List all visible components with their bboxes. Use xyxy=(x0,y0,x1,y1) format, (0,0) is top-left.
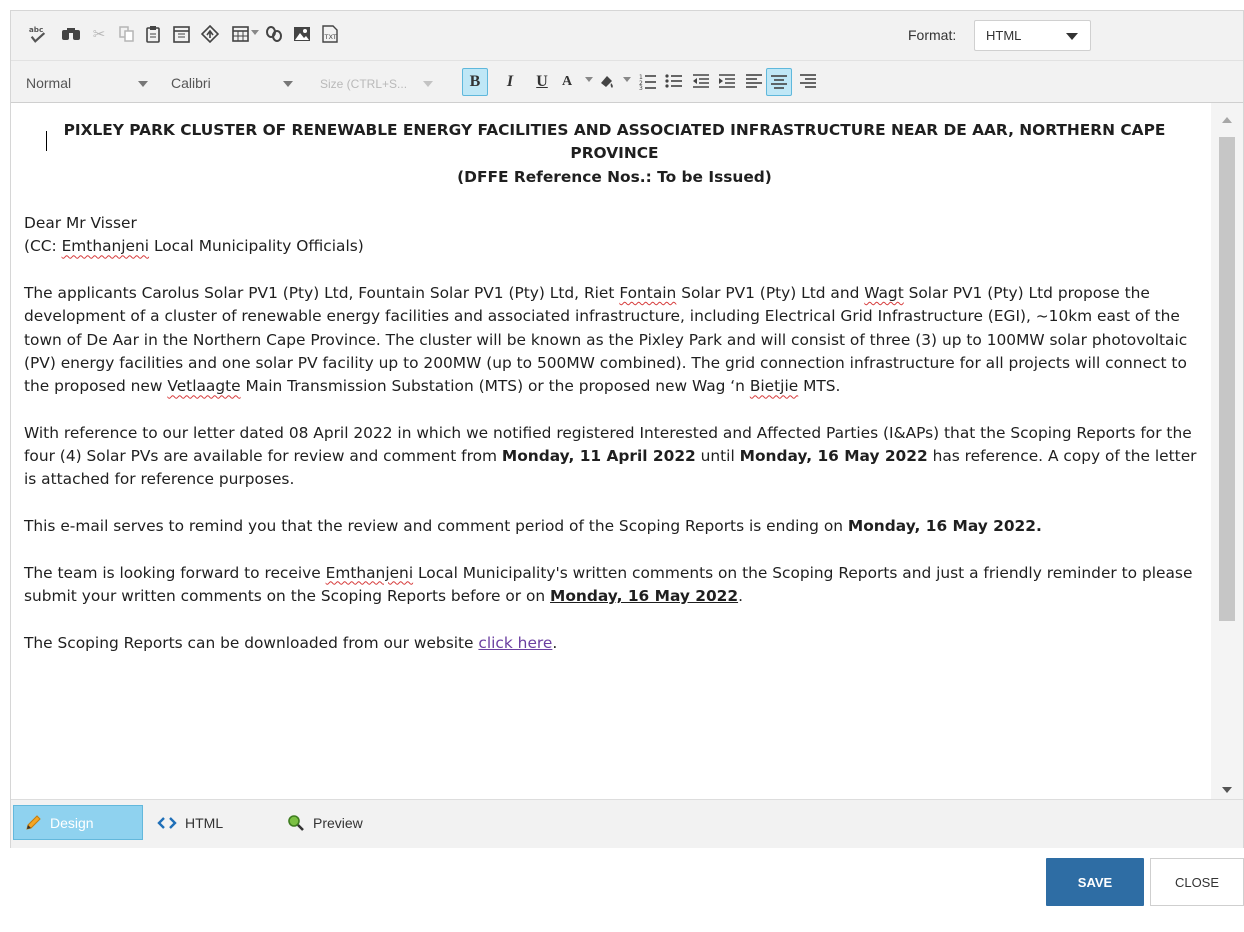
html-mode-tab[interactable]: HTML xyxy=(147,805,233,840)
text-cursor xyxy=(46,131,47,151)
text-run: until xyxy=(695,447,740,466)
paste-icon[interactable] xyxy=(143,24,163,44)
text-run: This e-mail serves to remind you that th… xyxy=(24,517,848,536)
text-run: . xyxy=(738,586,743,605)
indent-icon[interactable] xyxy=(717,71,737,91)
font-size-placeholder: Size (CTRL+S... xyxy=(320,77,408,91)
chevron-down-icon xyxy=(283,81,293,87)
find-icon[interactable] xyxy=(61,24,81,44)
highlight-icon[interactable] xyxy=(597,71,617,91)
image-icon[interactable] xyxy=(292,24,312,44)
preview-mode-tab[interactable]: Preview xyxy=(277,805,373,840)
font-color-dropdown-icon[interactable] xyxy=(585,77,593,82)
format-label: Format: xyxy=(908,27,957,43)
font-name-select[interactable]: Calibri xyxy=(164,68,304,98)
outdent-icon[interactable] xyxy=(691,71,711,91)
greeting-paragraph: Dear Mr Visser (CC: Emthanjeni Local Mun… xyxy=(24,212,1205,259)
template-icon[interactable] xyxy=(171,24,191,44)
text-run: Vetlaagte xyxy=(167,377,241,396)
reminder-paragraph: This e-mail serves to remind you that th… xyxy=(24,515,1205,538)
code-icon xyxy=(157,816,177,829)
date-bold: Monday, 16 May 2022 xyxy=(739,447,928,466)
text-run: Wagt xyxy=(864,284,904,303)
chevron-down-icon xyxy=(423,81,433,87)
font-name-value: Calibri xyxy=(171,75,211,91)
heading-title: PIXLEY PARK CLUSTER OF RENEWABLE ENERGY … xyxy=(63,121,1166,163)
text-run: . xyxy=(552,633,558,652)
download-paragraph: The Scoping Reports can be downloaded fr… xyxy=(24,632,1205,655)
date-bold: Monday, 16 May 2022. xyxy=(847,517,1042,536)
paragraph-style-value: Normal xyxy=(26,75,72,91)
pencil-icon xyxy=(26,814,41,830)
bulleted-list-icon[interactable] xyxy=(664,71,684,91)
link-icon[interactable] xyxy=(264,24,284,44)
design-mode-label: Design xyxy=(50,814,94,831)
vertical-scrollbar[interactable] xyxy=(1211,103,1243,799)
align-left-icon[interactable] xyxy=(744,71,764,91)
text-run: Bietjie xyxy=(749,377,799,396)
align-right-icon[interactable] xyxy=(798,71,818,91)
svg-text:TXT: TXT xyxy=(324,33,337,41)
copy-icon[interactable] xyxy=(117,24,137,44)
table-dropdown-arrow-icon[interactable] xyxy=(251,30,259,35)
editor-mode-bar: Design HTML Preview xyxy=(11,799,1243,848)
date-bold: Monday, 11 April 2022 xyxy=(501,447,696,466)
format-select-value: HTML xyxy=(986,28,1022,43)
numbered-list-icon[interactable]: 123 xyxy=(638,71,658,91)
cut-icon[interactable]: ✂ xyxy=(89,24,109,44)
cc-suffix: Local Municipality Officials) xyxy=(149,237,364,256)
text-file-icon[interactable]: TXT xyxy=(320,24,340,44)
html-editor: abc ✂ TXT Format: HTML Normal Calibri Si… xyxy=(10,10,1244,848)
svg-text:3: 3 xyxy=(639,85,643,90)
text-run: The team is looking forward to receive xyxy=(24,563,326,582)
text-run: Fontain xyxy=(619,284,677,303)
close-button[interactable]: CLOSE xyxy=(1150,858,1244,906)
toolbar-row-2: Normal Calibri Size (CTRL+S... B I U A 1… xyxy=(11,61,1243,103)
text-run: Main Transmission Substation (MTS) or th… xyxy=(240,377,750,396)
scroll-thumb[interactable] xyxy=(1219,137,1235,621)
scroll-up-icon[interactable] xyxy=(1222,117,1232,123)
toolbar-row-1: abc ✂ TXT Format: HTML xyxy=(11,11,1243,61)
preview-mode-label: Preview xyxy=(313,814,363,831)
save-button[interactable]: SAVE xyxy=(1046,858,1144,906)
font-size-select[interactable]: Size (CTRL+S... xyxy=(313,68,453,98)
bold-button[interactable]: B xyxy=(462,68,488,96)
scroll-down-icon[interactable] xyxy=(1222,787,1232,793)
document-heading: PIXLEY PARK CLUSTER OF RENEWABLE ENERGY … xyxy=(24,119,1205,189)
reference-paragraph: With reference to our letter dated 08 Ap… xyxy=(24,422,1205,492)
paragraph-icon[interactable] xyxy=(200,24,220,44)
table-icon[interactable] xyxy=(230,24,250,44)
greeting-text: Dear Mr Visser xyxy=(24,214,137,233)
text-run: MTS. xyxy=(798,377,841,396)
italic-button[interactable]: I xyxy=(497,68,523,96)
text-run: The Scoping Reports can be downloaded fr… xyxy=(24,633,479,652)
paragraph-style-select[interactable]: Normal xyxy=(19,68,159,98)
chevron-down-icon xyxy=(1066,33,1078,40)
intro-paragraph: The applicants Carolus Solar PV1 (Pty) L… xyxy=(24,282,1205,398)
align-center-button[interactable] xyxy=(766,68,792,96)
text-run: The applicants Carolus Solar PV1 (Pty) L… xyxy=(24,284,620,303)
html-mode-label: HTML xyxy=(185,814,224,831)
magnifier-icon xyxy=(288,814,304,831)
font-color-button[interactable]: A xyxy=(554,68,580,96)
text-run: Solar PV1 (Pty) Ltd and xyxy=(676,284,865,303)
align-center-icon xyxy=(771,75,787,89)
cc-prefix: (CC: xyxy=(24,237,62,256)
website-link[interactable]: click here xyxy=(478,634,552,652)
underline-button[interactable]: U xyxy=(529,68,555,96)
cc-municipality-name: Emthanjeni xyxy=(61,237,150,256)
text-run: Emthanjeni xyxy=(325,563,414,582)
format-select[interactable]: HTML xyxy=(974,20,1091,51)
chevron-down-icon xyxy=(138,81,148,87)
editor-content-area[interactable]: PIXLEY PARK CLUSTER OF RENEWABLE ENERGY … xyxy=(11,103,1213,799)
request-paragraph: The team is looking forward to receive E… xyxy=(24,562,1205,609)
highlight-dropdown-icon[interactable] xyxy=(623,77,631,82)
svg-text:abc: abc xyxy=(29,25,43,34)
heading-reference: (DFFE Reference Nos.: To be Issued) xyxy=(457,167,772,186)
design-mode-tab[interactable]: Design xyxy=(13,805,143,840)
date-bold-underlined: Monday, 16 May 2022 xyxy=(550,586,739,605)
spellcheck-icon[interactable]: abc xyxy=(28,24,48,44)
